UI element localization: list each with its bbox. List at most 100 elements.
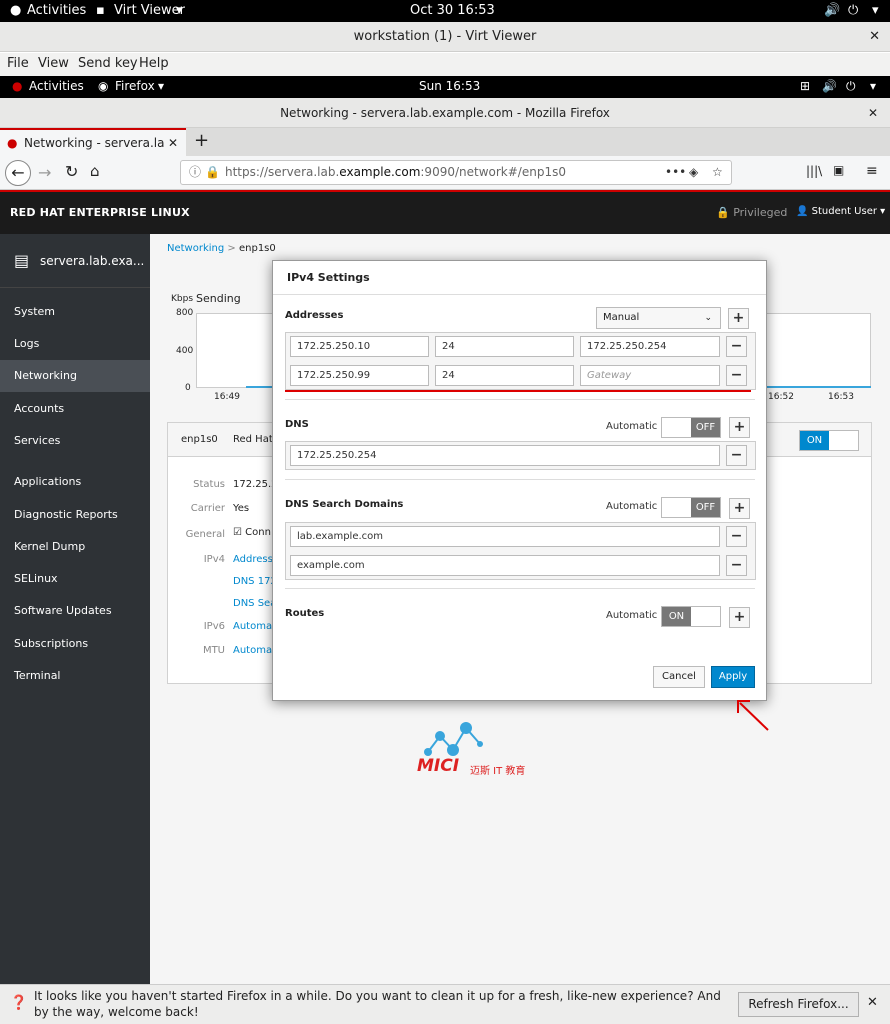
sidebar-item-applications[interactable]: Applications — [0, 466, 150, 498]
home-icon[interactable]: ⌂ — [90, 162, 100, 180]
remove-search-domain-button[interactable]: − — [726, 526, 747, 547]
sidebar-toggle-icon[interactable]: ▣ — [833, 163, 844, 177]
search-domain-input[interactable]: example.com — [290, 555, 720, 576]
breadcrumb-networking[interactable]: Networking — [167, 243, 224, 254]
volume-icon[interactable]: 🔊 — [822, 79, 837, 93]
sidebar-item-kernel-dump[interactable]: Kernel Dump — [0, 531, 150, 563]
search-domain-input[interactable]: lab.example.com — [290, 526, 720, 547]
menu-view[interactable]: View — [38, 56, 69, 71]
detail-link[interactable]: DNS Sea — [233, 598, 276, 609]
firefox-titlebar: Networking - servera.lab.example.com - M… — [0, 98, 890, 128]
toggle-off-label: OFF — [691, 418, 720, 437]
info-icon[interactable]: ⓘ — [189, 161, 201, 184]
routes-label: Routes — [285, 608, 325, 619]
dns-automatic-toggle[interactable]: OFF — [661, 417, 721, 438]
prefix-input[interactable]: 24 — [435, 365, 574, 386]
cancel-button[interactable]: Cancel — [653, 666, 705, 688]
address-input[interactable]: 172.25.250.99 — [290, 365, 429, 386]
clock[interactable]: Oct 30 16:53 — [410, 3, 495, 18]
apply-button[interactable]: Apply — [711, 666, 755, 688]
app-menu[interactable]: Firefox — [115, 79, 155, 93]
sidebar-item-subscriptions[interactable]: Subscriptions — [0, 628, 150, 660]
menu-send-key[interactable]: Send key — [78, 56, 138, 71]
y-tick-800: 800 — [176, 308, 194, 318]
detail-link[interactable]: DNS 172 — [233, 576, 277, 587]
close-tab-icon[interactable]: ✕ — [163, 130, 178, 156]
chevron-down-icon[interactable]: ▾ — [872, 3, 879, 18]
breadcrumb-separator: > — [227, 243, 236, 254]
watermark-brand: MICI — [417, 756, 460, 776]
close-icon[interactable]: ✕ — [869, 22, 880, 52]
sidebar-item-networking[interactable]: Networking — [0, 360, 150, 392]
chevron-down-icon[interactable]: ▾ — [870, 79, 876, 93]
sidebar-item-system[interactable]: System — [0, 296, 150, 328]
gateway-input[interactable]: Gateway — [580, 365, 720, 386]
back-icon[interactable]: ← — [5, 160, 31, 186]
firefox-icon: ◉ — [98, 79, 109, 93]
host-selector[interactable]: ▤ servera.lab.exa... — [0, 234, 150, 288]
refresh-firefox-button[interactable]: Refresh Firefox... — [738, 992, 859, 1017]
detail-value[interactable]: ☑ Conn — [233, 527, 271, 538]
add-route-button[interactable]: + — [729, 607, 750, 628]
network-icon[interactable]: ⊞ — [800, 79, 810, 93]
user-menu[interactable]: 👤 Student User ▾ — [796, 206, 885, 217]
detail-link[interactable]: Address — [233, 554, 273, 565]
add-address-button[interactable]: + — [728, 308, 749, 329]
pocket-icon[interactable]: ◈ — [689, 161, 698, 184]
power-icon[interactable]: ⏻ — [848, 3, 858, 18]
watermark-node — [435, 731, 445, 741]
new-tab-button[interactable]: + — [194, 130, 209, 151]
activities-button[interactable]: Activities — [29, 79, 84, 93]
clock[interactable]: Sun 16:53 — [419, 79, 480, 93]
dns-search-automatic-toggle[interactable]: OFF — [661, 497, 721, 518]
routes-automatic-label: Automatic — [606, 610, 658, 621]
forward-icon[interactable]: → — [38, 163, 51, 182]
sidebar-item-logs[interactable]: Logs — [0, 328, 150, 360]
gateway-input[interactable]: 172.25.250.254 — [580, 336, 720, 357]
address-mode-select[interactable]: Manual ⌄ — [596, 307, 721, 329]
add-dns-button[interactable]: + — [729, 417, 750, 438]
remove-dns-button[interactable]: − — [726, 445, 747, 466]
app-menu[interactable]: Virt Viewer — [114, 3, 185, 18]
close-icon[interactable]: ✕ — [867, 995, 878, 1010]
privileged-indicator[interactable]: 🔒 Privileged — [716, 206, 787, 219]
dns-server-input[interactable]: 172.25.250.254 — [290, 445, 720, 466]
menu-file[interactable]: File — [7, 56, 29, 71]
breadcrumb: Networking > enp1s0 — [167, 243, 276, 254]
detail-link[interactable]: Automat — [233, 645, 276, 656]
detail-link[interactable]: Automat — [233, 621, 276, 632]
tab-networking[interactable]: ● Networking - servera.lab. ✕ — [0, 128, 186, 156]
menu-help[interactable]: Help — [139, 56, 169, 71]
sidebar-item-software-updates[interactable]: Software Updates — [0, 595, 150, 627]
sidebar-item-selinux[interactable]: SELinux — [0, 563, 150, 595]
hamburger-menu-icon[interactable]: ≡ — [866, 163, 878, 179]
volume-icon[interactable]: 🔊 — [824, 3, 840, 18]
remove-search-domain-button[interactable]: − — [726, 555, 747, 576]
close-icon[interactable]: ✕ — [868, 98, 878, 128]
checkbox-icon[interactable]: ☑ — [233, 527, 242, 538]
sidebar-item-terminal[interactable]: Terminal — [0, 660, 150, 692]
library-icon[interactable]: |||\ — [806, 164, 822, 178]
sidebar-item-accounts[interactable]: Accounts — [0, 393, 150, 425]
sidebar-item-diagnostic-reports[interactable]: Diagnostic Reports — [0, 499, 150, 531]
addresses-label: Addresses — [285, 310, 344, 321]
bookmark-star-icon[interactable]: ☆ — [712, 161, 723, 184]
interface-toggle[interactable]: ON — [799, 430, 859, 451]
redhat-logo-icon: ● — [12, 79, 23, 93]
power-icon[interactable]: ⏻ — [846, 79, 856, 94]
remove-address-button[interactable]: − — [726, 365, 747, 386]
remove-address-button[interactable]: − — [726, 336, 747, 357]
detail-label: General — [185, 529, 225, 540]
sidebar-item-services[interactable]: Services — [0, 425, 150, 457]
reload-icon[interactable]: ↻ — [65, 162, 78, 181]
routes-automatic-toggle[interactable]: ON — [661, 606, 721, 627]
detail-value: 172.25.2 — [233, 479, 278, 490]
address-input[interactable]: 172.25.250.10 — [290, 336, 429, 357]
add-dns-search-button[interactable]: + — [729, 498, 750, 519]
activities-button[interactable]: Activities — [27, 3, 86, 18]
url-text[interactable]: https://servera.lab.example.com:9090/net… — [225, 161, 566, 184]
page-actions-icon[interactable]: ••• — [665, 161, 686, 184]
prefix-input[interactable]: 24 — [435, 336, 574, 357]
url-bar[interactable]: ⓘ 🔒 https://servera.lab.example.com:9090… — [180, 160, 732, 185]
lock-warning-icon[interactable]: 🔒 — [205, 161, 220, 184]
